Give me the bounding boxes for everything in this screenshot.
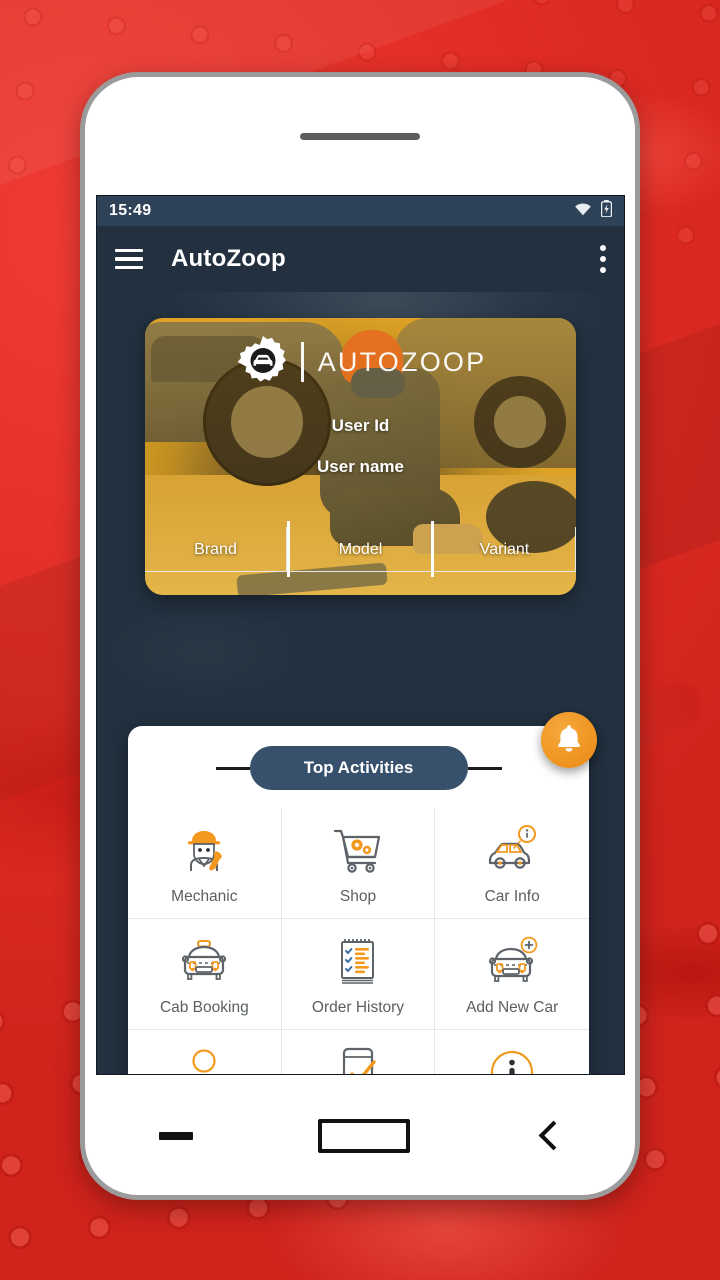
grid-item-verify-number[interactable]: Verify number xyxy=(282,1030,436,1074)
gear-car-logo-icon xyxy=(235,334,291,390)
user-id-label: User Id xyxy=(331,416,390,435)
app-bar: AutoZoop xyxy=(97,226,624,292)
spec-variant[interactable]: Variant xyxy=(434,526,576,572)
grid-label: Mechanic xyxy=(171,888,238,905)
top-activities-card: Top Activities Mechanic Shop Car Info Ca… xyxy=(128,726,589,1074)
grid-item-about-us[interactable]: About us xyxy=(435,1030,589,1074)
grid-label: Car Info xyxy=(484,888,540,905)
info-circle-icon xyxy=(483,1044,541,1074)
bell-icon xyxy=(555,723,583,758)
grid-label: Cab Booking xyxy=(159,999,249,1016)
hamburger-menu-icon[interactable] xyxy=(115,249,143,269)
grid-label: Shop xyxy=(339,888,377,905)
grid-item-shop[interactable]: Shop xyxy=(281,808,436,919)
hero-banner-wrap: AUTOZOOP User Id User name Brand Model V… xyxy=(97,292,624,595)
spec-brand[interactable]: Brand xyxy=(145,526,287,572)
hero-banner[interactable]: AUTOZOOP User Id User name Brand Model V… xyxy=(145,318,576,595)
card-title: Top Activities xyxy=(249,746,468,790)
phone-screen: 15:49 AutoZoop AUTOZOOP User Id User nam… xyxy=(96,195,625,1075)
status-bar: 15:49 xyxy=(97,196,624,226)
title-dash-right xyxy=(467,766,502,770)
user-profile-icon xyxy=(175,1044,233,1074)
grid-item-add-new-car[interactable]: Add New Car xyxy=(435,919,589,1030)
brand-logo: AUTOZOOP xyxy=(145,334,576,390)
grid-item-my-profile[interactable]: My Profile xyxy=(128,1030,282,1074)
add-car-icon xyxy=(483,933,541,989)
home-button[interactable] xyxy=(317,1119,410,1153)
back-button[interactable] xyxy=(535,1123,561,1149)
phone-verify-icon xyxy=(329,1044,387,1074)
earpiece-grille-icon xyxy=(300,133,420,140)
mechanic-icon xyxy=(175,822,233,878)
taxi-icon xyxy=(175,933,233,989)
system-nav-bar xyxy=(96,1077,624,1195)
recent-apps-button[interactable] xyxy=(158,1132,193,1140)
car-info-icon xyxy=(483,822,541,878)
title-dash-left xyxy=(215,766,250,770)
vehicle-specs-row: Brand Model Variant xyxy=(145,517,576,581)
shopping-cart-icon xyxy=(329,822,387,878)
grid-item-mechanic[interactable]: Mechanic xyxy=(128,808,282,919)
notepad-checklist-icon xyxy=(329,933,387,989)
status-icons xyxy=(574,200,613,222)
logo-divider xyxy=(300,342,304,382)
status-time: 15:49 xyxy=(109,202,152,219)
brand-name: AUTOZOOP xyxy=(317,346,487,377)
phone-frame: 15:49 AutoZoop AUTOZOOP User Id User nam… xyxy=(80,72,640,1200)
grid-item-order-history[interactable]: Order History xyxy=(281,919,436,1030)
grid-label: Order History xyxy=(311,999,405,1016)
wifi-icon xyxy=(574,202,592,221)
notification-fab[interactable] xyxy=(541,712,597,768)
grid-item-car-info[interactable]: Car Info xyxy=(435,808,589,919)
grid-label: Add New Car xyxy=(466,999,559,1016)
user-name-label: User name xyxy=(317,457,404,476)
kebab-menu-icon[interactable] xyxy=(600,245,606,273)
grid-item-cab-booking[interactable]: Cab Booking xyxy=(128,919,282,1030)
battery-charging-icon xyxy=(600,200,613,222)
activities-grid: Mechanic Shop Car Info Cab Booking Order… xyxy=(128,808,589,1074)
page-title: AutoZoop xyxy=(171,245,286,272)
card-title-row: Top Activities xyxy=(128,742,589,808)
spec-model[interactable]: Model xyxy=(290,527,431,572)
